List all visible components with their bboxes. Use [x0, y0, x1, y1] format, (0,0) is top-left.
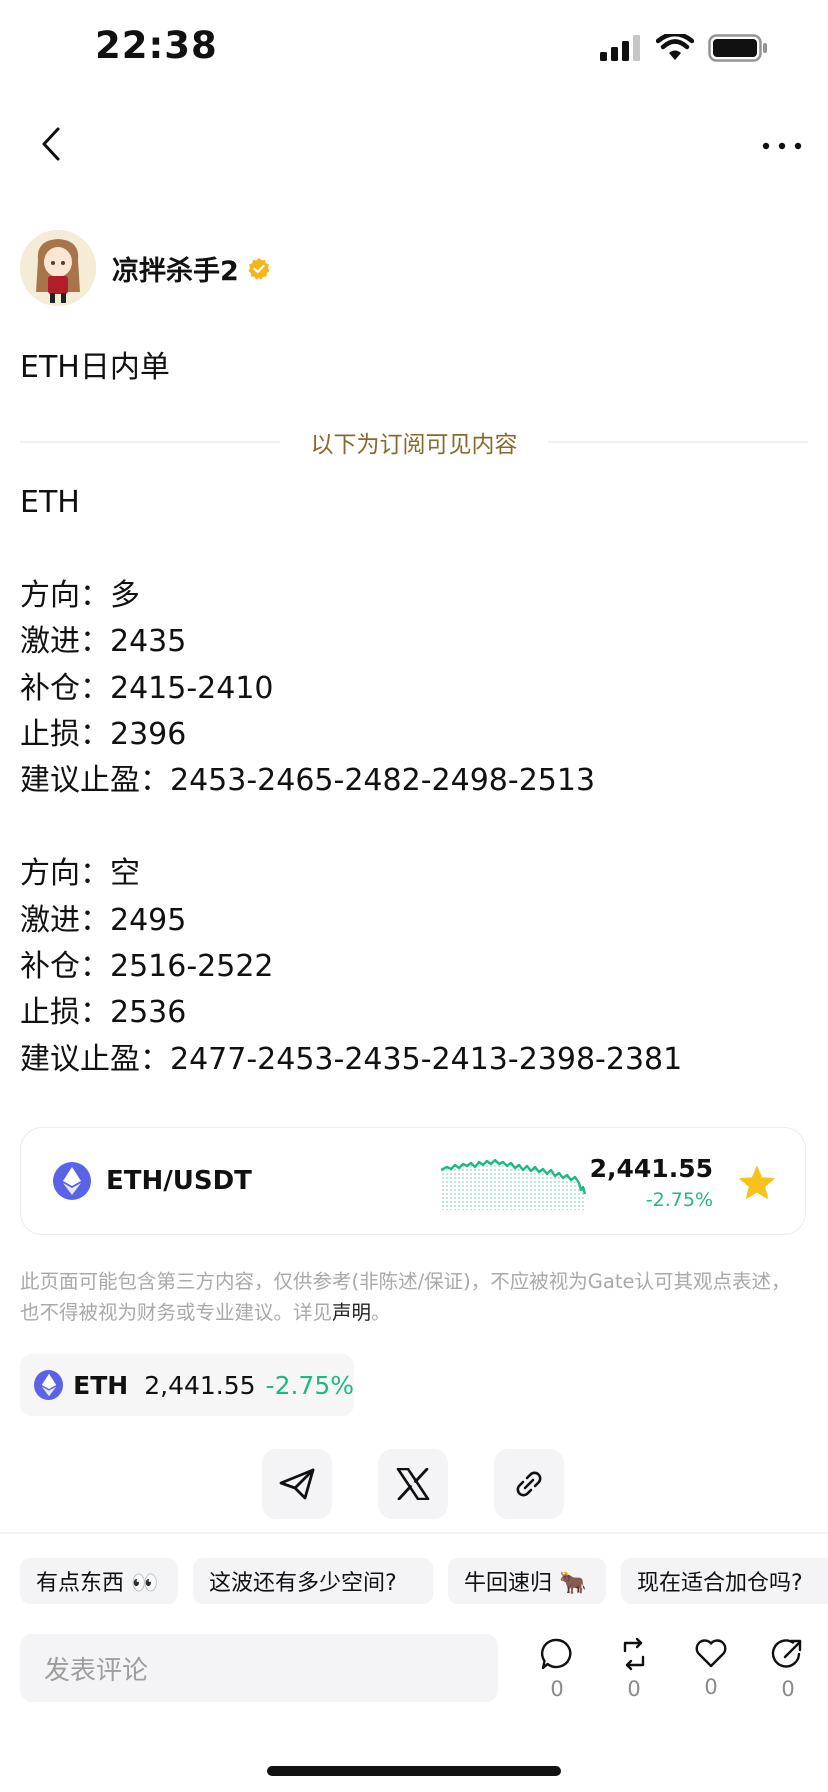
- status-time: 22:38: [95, 24, 218, 67]
- post-line: 补仓：2516-2522: [20, 948, 274, 984]
- telegram-icon: [279, 1468, 315, 1500]
- quick-reply[interactable]: 有点东西 👀: [20, 1558, 178, 1604]
- post-line: 建议止盈：2477-2453-2435-2413-2398-2381: [20, 1041, 683, 1077]
- avatar-image: [20, 230, 96, 306]
- eth-logo-icon: [53, 1162, 91, 1200]
- subscribe-divider: 以下为订阅可见内容: [20, 425, 808, 459]
- market-price: 2,441.55: [589, 1154, 713, 1183]
- link-icon: [516, 1471, 542, 1497]
- post-line: 止损：2396: [20, 716, 187, 752]
- quick-reply[interactable]: 这波还有多少空间?: [193, 1558, 433, 1604]
- post-line: 建议止盈：2453-2465-2482-2498-2513: [20, 763, 596, 799]
- post-title: ETH日内单: [20, 350, 170, 385]
- eth-logo-icon: [34, 1370, 64, 1400]
- disclaimer: 此页面可能包含第三方内容，仅供参考(非陈述/保证)，不应被视为Gate认可其观点…: [20, 1266, 800, 1328]
- post-line: ETH: [20, 485, 80, 520]
- coin-change: -2.75%: [265, 1370, 354, 1400]
- share-telegram-button[interactable]: [262, 1449, 332, 1519]
- share-x-button[interactable]: [378, 1449, 448, 1519]
- post-line: 激进：2435: [20, 624, 187, 660]
- market-pair: ETH/USDT: [106, 1166, 252, 1196]
- repost-count: 0: [627, 1677, 641, 1701]
- coin-chip[interactable]: ETH 2,441.55 -2.75%: [20, 1354, 354, 1416]
- disclaimer-end: 。: [371, 1301, 391, 1324]
- coin-symbol: ETH: [73, 1370, 129, 1400]
- like-action[interactable]: 0: [681, 1637, 741, 1699]
- share-link-button[interactable]: [494, 1449, 564, 1519]
- sparkline-chart: [441, 1158, 587, 1210]
- more-button[interactable]: [758, 122, 806, 152]
- subscribe-divider-label: 以下为订阅可见内容: [294, 425, 534, 459]
- comment-icon: [540, 1638, 572, 1670]
- share-icon: [771, 1639, 802, 1668]
- share-count: 0: [781, 1677, 795, 1701]
- market-card[interactable]: ETH/USDT 2,441.55 -2.75%: [20, 1127, 806, 1235]
- coin-price: 2,441.55: [144, 1370, 256, 1400]
- post-line: 激进：2495: [20, 902, 187, 938]
- comment-placeholder: 发表评论: [44, 1655, 149, 1686]
- disclaimer-link[interactable]: 声明: [332, 1301, 371, 1324]
- repost-icon: [623, 1637, 645, 1671]
- x-icon: [396, 1468, 430, 1500]
- comment-input[interactable]: 发表评论: [20, 1634, 498, 1702]
- back-button[interactable]: [36, 126, 66, 162]
- post-line: 补仓：2415-2410: [20, 670, 274, 706]
- like-count: 0: [704, 1675, 718, 1699]
- home-indicator: [267, 1766, 561, 1776]
- chevron-left-icon: [42, 127, 60, 161]
- avatar[interactable]: [20, 230, 96, 306]
- status-icons: [600, 34, 768, 62]
- share-action[interactable]: 0: [758, 1637, 818, 1701]
- heart-icon: [695, 1639, 727, 1668]
- favorite-star-icon[interactable]: [739, 1166, 775, 1200]
- post-line: [20, 805, 800, 851]
- post-line: 止损：2536: [20, 995, 187, 1031]
- post-line: 方向：空: [20, 856, 140, 892]
- quick-reply[interactable]: 牛回速归 🐂: [448, 1558, 606, 1604]
- comment-action[interactable]: 0: [527, 1637, 587, 1701]
- post-body: ETH 方向：多 激进：2435 补仓：2415-2410 止损：2396 建议…: [20, 480, 800, 1083]
- separator: [0, 1532, 828, 1534]
- battery-icon: [708, 34, 767, 62]
- wifi-icon: [656, 34, 694, 60]
- signal-icon: [600, 35, 640, 61]
- repost-action[interactable]: 0: [604, 1637, 664, 1701]
- more-icon: [762, 142, 802, 150]
- post-line: [20, 526, 800, 572]
- post-line: 方向：多: [20, 577, 140, 613]
- verified-badge-icon: [247, 257, 271, 281]
- quick-reply[interactable]: 现在适合加仓吗?: [621, 1558, 828, 1604]
- market-change: -2.75%: [645, 1189, 713, 1211]
- comment-count: 0: [550, 1677, 564, 1701]
- disclaimer-text: 此页面可能包含第三方内容，仅供参考(非陈述/保证)，不应被视为Gate认可其观点…: [20, 1270, 791, 1324]
- author-name[interactable]: 凉拌杀手2: [112, 249, 239, 288]
